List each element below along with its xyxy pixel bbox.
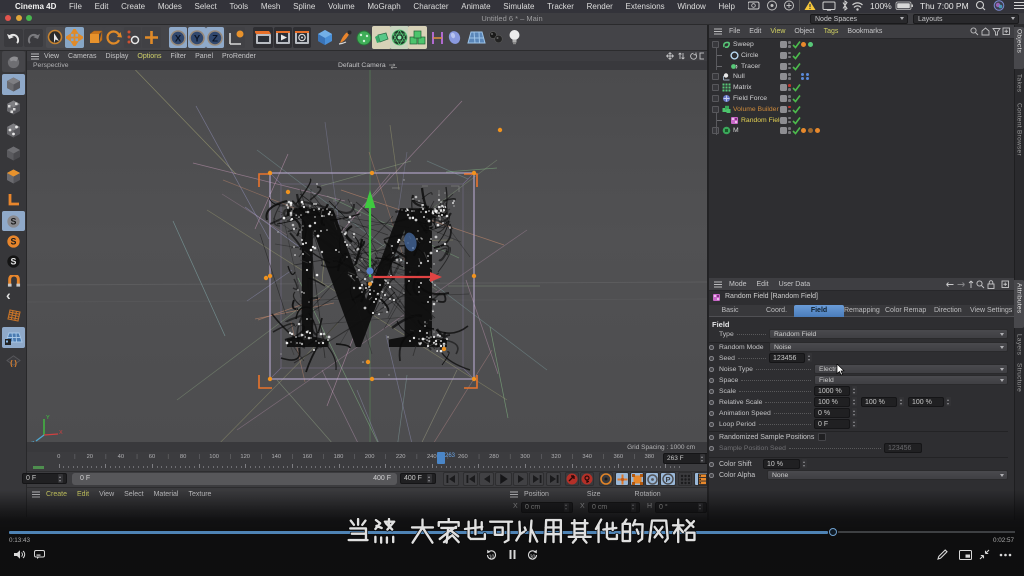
svg-text:100%: 100% [870, 1, 892, 11]
svg-text:S: S [11, 256, 17, 266]
svg-text:10: 10 [489, 554, 495, 560]
svg-text:30: 30 [530, 554, 536, 560]
svg-text:Thu 7:00 PM: Thu 7:00 PM [920, 1, 969, 11]
svg-text:Y: Y [194, 33, 201, 44]
svg-text:X: X [175, 33, 182, 44]
svg-text:Z: Z [212, 33, 218, 44]
svg-text:X: X [59, 430, 63, 436]
svg-text:P: P [665, 475, 670, 484]
svg-text:S: S [11, 216, 17, 226]
svg-text:S: S [11, 236, 17, 246]
svg-text:( ): ( ) [10, 360, 17, 367]
svg-text:Y: Y [46, 415, 50, 421]
svg-text:Z: Z [31, 441, 35, 442]
